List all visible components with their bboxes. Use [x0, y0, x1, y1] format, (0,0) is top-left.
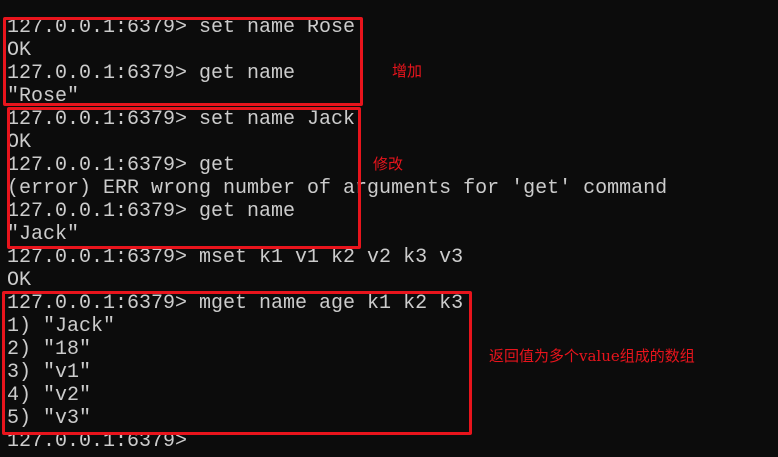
annotation-add-label: 增加: [392, 62, 423, 80]
annotation-box-modify: [7, 107, 361, 249]
annotation-mget-label: 返回值为多个value组成的数组: [489, 347, 695, 365]
annotation-box-add: [3, 17, 363, 106]
terminal-line: OK: [7, 269, 32, 292]
annotation-box-mget: [2, 291, 472, 435]
annotation-modify-label: 修改: [373, 155, 404, 173]
terminal-line: 127.0.0.1:6379> mset k1 v1 k2 v2 k3 v3: [7, 246, 464, 269]
